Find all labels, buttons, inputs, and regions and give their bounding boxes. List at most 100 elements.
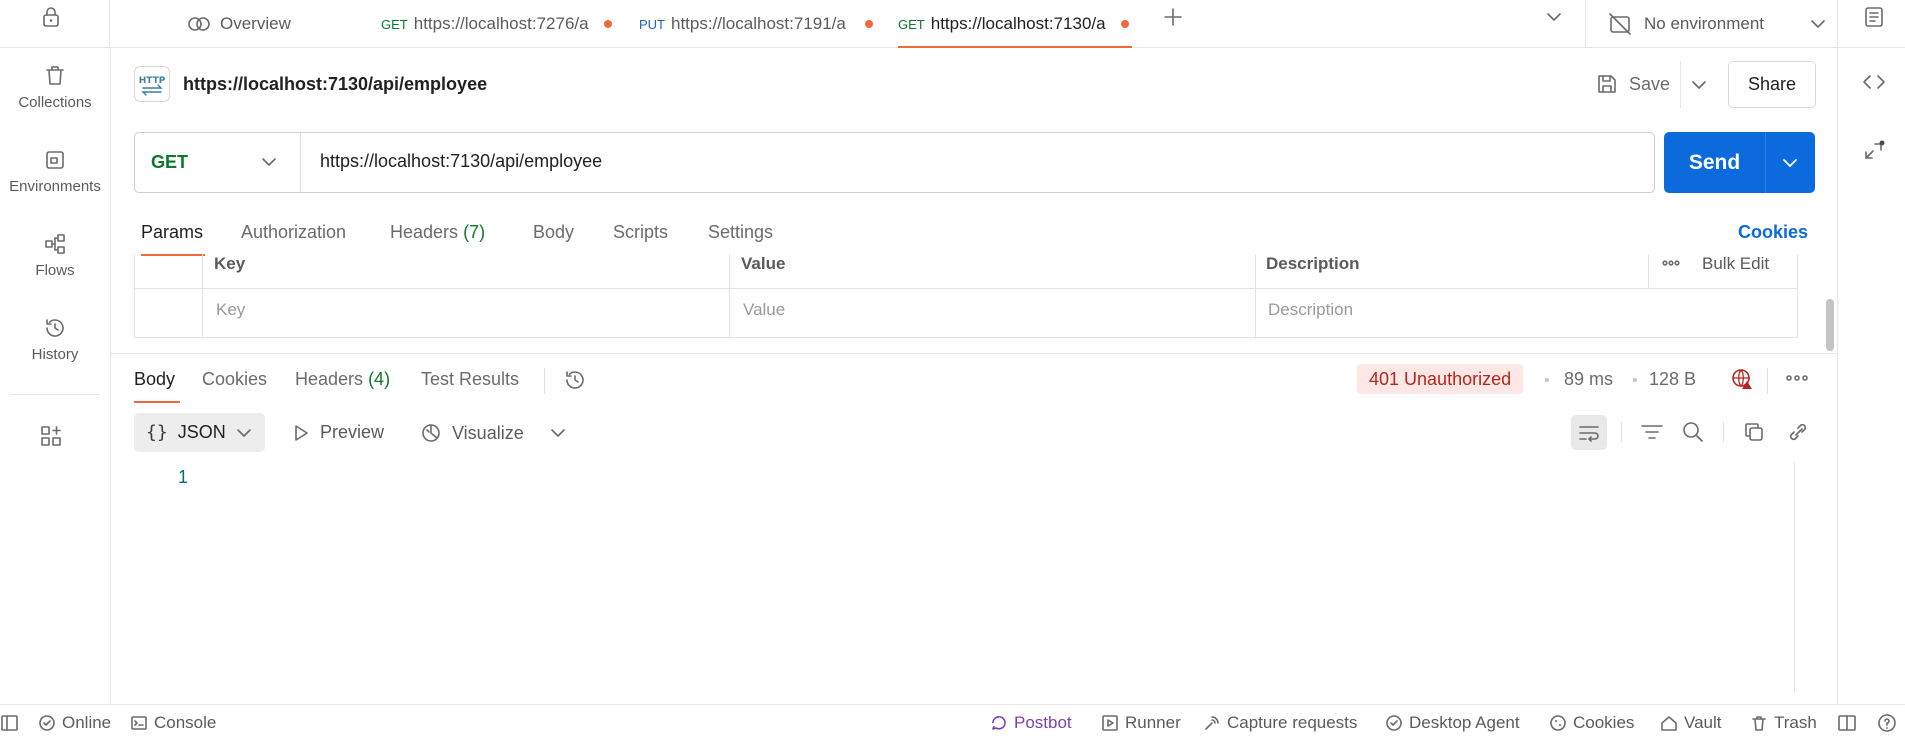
save-button[interactable]: Save bbox=[1595, 66, 1670, 102]
column-divider bbox=[729, 254, 730, 337]
sidebar-item-flows[interactable]: Flows bbox=[0, 232, 110, 279]
tab-label: https://localhost:7276/a bbox=[413, 14, 589, 33]
environment-chevron-icon bbox=[1811, 20, 1825, 28]
sidebar-divider bbox=[10, 394, 100, 395]
network-warning-icon[interactable] bbox=[1730, 367, 1754, 391]
sidebar-item-history[interactable]: History bbox=[0, 316, 110, 363]
method-badge: GET bbox=[381, 16, 408, 32]
sidebar-item-environments[interactable]: Environments bbox=[0, 148, 110, 195]
tab-body[interactable]: Body bbox=[533, 222, 574, 243]
http-request-icon: HTTP bbox=[134, 66, 170, 102]
send-button-group: Send bbox=[1664, 132, 1815, 193]
url-input[interactable]: https://localhost:7130/api/employee bbox=[320, 151, 602, 172]
send-button[interactable]: Send bbox=[1664, 132, 1765, 193]
play-icon bbox=[295, 424, 308, 441]
code-icon[interactable] bbox=[1862, 72, 1886, 92]
method-chevron-icon bbox=[262, 158, 276, 166]
save-label: Save bbox=[1629, 73, 1671, 94]
capture-requests-button[interactable]: Capture requests bbox=[1203, 713, 1357, 733]
copy-icon[interactable] bbox=[1743, 421, 1765, 443]
tab-settings[interactable]: Settings bbox=[708, 222, 773, 243]
view-options-chevron-icon[interactable] bbox=[550, 426, 566, 440]
cookie-icon bbox=[1550, 715, 1566, 731]
cookies-status-button[interactable]: Cookies bbox=[1549, 713, 1634, 733]
params-header-value: Value bbox=[741, 254, 786, 273]
search-icon[interactable] bbox=[1681, 420, 1705, 444]
scrollbar-thumb[interactable] bbox=[1826, 299, 1834, 351]
method-selector[interactable]: GET bbox=[135, 133, 301, 192]
visualize-label: Visualize bbox=[452, 422, 524, 443]
unsaved-dot bbox=[603, 20, 612, 28]
params-header-key: Key bbox=[214, 254, 246, 273]
active-tab-indicator bbox=[134, 401, 180, 403]
preview-button[interactable]: Preview bbox=[292, 422, 384, 443]
method-badge: PUT bbox=[639, 16, 665, 32]
response-size[interactable]: 128 B bbox=[1649, 369, 1696, 390]
response-tab-test-results[interactable]: Test Results bbox=[421, 369, 519, 390]
tabs-overflow-chevron-icon[interactable] bbox=[1546, 10, 1562, 24]
online-label: Online bbox=[62, 713, 112, 732]
response-tab-cookies[interactable]: Cookies bbox=[202, 369, 267, 390]
sidebar-item-collections[interactable]: Collections bbox=[0, 64, 110, 111]
param-description-input[interactable]: Description bbox=[1268, 300, 1353, 320]
send-options-chevron-icon[interactable] bbox=[1782, 156, 1798, 170]
cookies-link[interactable]: Cookies bbox=[1738, 222, 1808, 243]
two-pane-view-icon[interactable] bbox=[1837, 714, 1857, 732]
desktop-agent-button[interactable]: Desktop Agent bbox=[1385, 713, 1520, 733]
request-title[interactable]: https://localhost:7130/api/employee bbox=[183, 74, 487, 95]
tab-request-put-7191[interactable]: PUT https://localhost:7191/a bbox=[639, 0, 879, 48]
status-badge[interactable]: 401 Unauthorized bbox=[1357, 364, 1524, 394]
response-tab-body[interactable]: Body bbox=[134, 369, 175, 390]
save-options-chevron-icon[interactable] bbox=[1691, 78, 1707, 92]
capture-label: Capture requests bbox=[1227, 713, 1358, 732]
tab-label: Headers bbox=[295, 369, 364, 389]
online-status[interactable]: Online bbox=[38, 713, 111, 733]
response-tab-headers[interactable]: Headers (4) bbox=[295, 369, 390, 390]
line-number: 1 bbox=[178, 467, 189, 487]
visualize-button[interactable]: Visualize bbox=[420, 422, 524, 444]
trash-button[interactable]: Trash bbox=[1750, 713, 1817, 733]
tab-scripts[interactable]: Scripts bbox=[613, 222, 668, 243]
param-value-input[interactable]: Value bbox=[743, 300, 785, 320]
row-divider bbox=[134, 288, 1798, 289]
unsaved-dot bbox=[1120, 20, 1129, 28]
format-selector[interactable]: {} JSON bbox=[134, 413, 265, 452]
add-apps-icon[interactable] bbox=[39, 424, 63, 448]
related-collections-icon[interactable] bbox=[1862, 140, 1886, 162]
postbot-button[interactable]: Postbot bbox=[990, 713, 1072, 733]
link-icon[interactable] bbox=[1786, 421, 1810, 443]
tab-authorization[interactable]: Authorization bbox=[241, 222, 346, 243]
runner-button[interactable]: Runner bbox=[1101, 713, 1181, 733]
param-key-input[interactable]: Key bbox=[216, 300, 245, 320]
share-button[interactable]: Share bbox=[1728, 61, 1816, 108]
toggle-sidebar-icon[interactable] bbox=[0, 714, 20, 732]
wrap-lines-button[interactable] bbox=[1571, 415, 1607, 450]
top-tab-bar: Overview GET https://localhost:7276/a PU… bbox=[0, 0, 1905, 48]
sidebar-item-label: Collections bbox=[18, 94, 92, 111]
console-button[interactable]: Console bbox=[130, 713, 216, 733]
tab-headers[interactable]: Headers (7) bbox=[390, 222, 485, 243]
pane-divider[interactable] bbox=[111, 353, 1837, 354]
visualize-icon bbox=[422, 424, 440, 442]
tab-request-get-7130[interactable]: GET https://localhost:7130/a bbox=[898, 0, 1132, 48]
divider bbox=[1585, 0, 1586, 48]
runner-label: Runner bbox=[1125, 713, 1181, 732]
response-more-icon[interactable] bbox=[1786, 374, 1808, 382]
tab-request-get-7276[interactable]: GET https://localhost:7276/a bbox=[381, 0, 621, 48]
environment-selector[interactable]: No environment bbox=[1608, 0, 1826, 48]
tab-overview[interactable]: Overview bbox=[186, 0, 336, 48]
lock-icon[interactable] bbox=[40, 6, 62, 28]
separator-dot bbox=[1545, 378, 1549, 382]
vault-label: Vault bbox=[1684, 713, 1722, 732]
bulk-edit-button[interactable]: Bulk Edit bbox=[1702, 254, 1769, 274]
response-history-icon[interactable] bbox=[563, 368, 587, 392]
help-icon[interactable] bbox=[1877, 713, 1897, 733]
new-tab-plus-icon[interactable] bbox=[1162, 6, 1184, 28]
notes-icon[interactable] bbox=[1863, 5, 1885, 29]
column-divider bbox=[202, 254, 203, 337]
vault-button[interactable]: Vault bbox=[1660, 713, 1722, 733]
response-time[interactable]: 89 ms bbox=[1564, 369, 1613, 390]
filter-icon[interactable] bbox=[1640, 421, 1664, 443]
tab-params[interactable]: Params bbox=[141, 222, 203, 243]
more-options-icon[interactable] bbox=[1662, 259, 1680, 267]
